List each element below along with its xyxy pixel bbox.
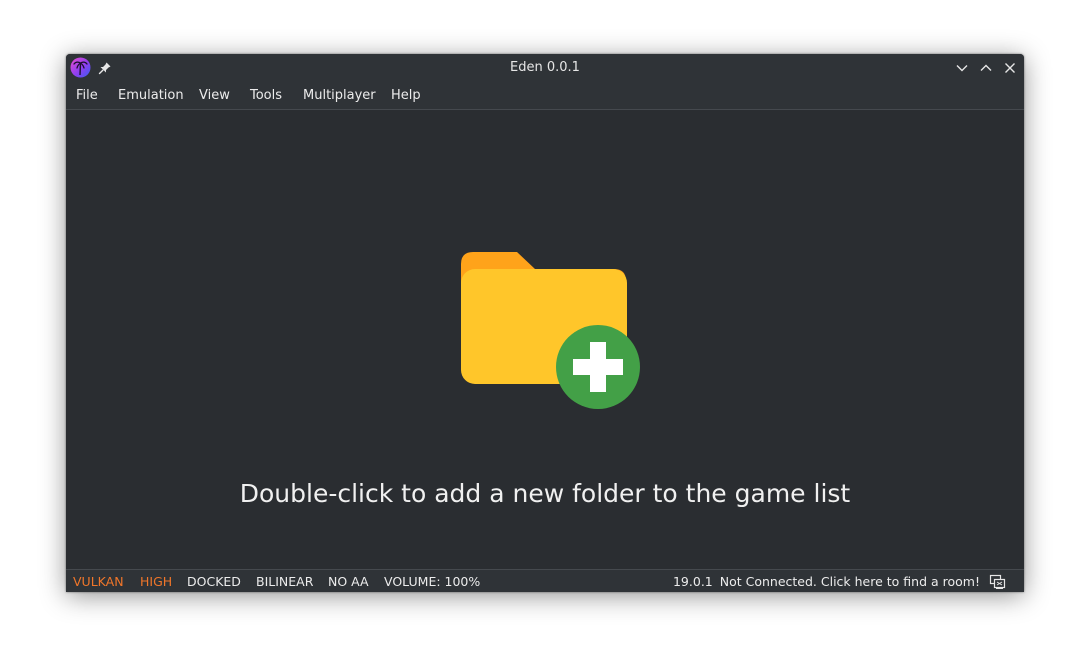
status-renderer[interactable]: VULKAN	[73, 570, 124, 592]
status-volume[interactable]: VOLUME: 100%	[384, 570, 480, 592]
minimize-button[interactable]	[952, 58, 972, 78]
menu-multiplayer[interactable]: Multiplayer	[293, 82, 386, 109]
menu-bar: File Emulation View Tools Multiplayer He…	[66, 82, 1024, 110]
status-bar: VULKAN HIGH DOCKED BILINEAR NO AA VOLUME…	[66, 569, 1024, 592]
main-window: Eden 0.0.1 File Emulation View Tools Mul…	[66, 54, 1024, 592]
menu-tools[interactable]: Tools	[240, 82, 292, 109]
menu-view[interactable]: View	[189, 82, 240, 109]
window-title: Eden 0.0.1	[510, 60, 580, 75]
status-right-group: 19.0.1 Not Connected. Click here to find…	[673, 570, 980, 592]
empty-game-list-message: Double-click to add a new folder to the …	[239, 479, 851, 508]
chevron-up-icon	[980, 64, 992, 71]
status-dock-mode[interactable]: DOCKED	[187, 570, 241, 592]
status-accuracy[interactable]: HIGH	[140, 570, 172, 592]
close-icon	[1005, 63, 1015, 73]
status-anti-aliasing[interactable]: NO AA	[328, 570, 369, 592]
title-bar[interactable]: Eden 0.0.1	[66, 54, 1024, 82]
status-network-message[interactable]: Not Connected. Click here to find a room…	[720, 570, 980, 592]
folder-add-icon[interactable]	[459, 252, 641, 412]
maximize-button[interactable]	[976, 58, 996, 78]
network-icon[interactable]	[989, 573, 1006, 590]
menu-emulation[interactable]: Emulation	[108, 82, 194, 109]
chevron-down-icon	[956, 65, 968, 72]
status-version: 19.0.1	[672, 574, 713, 589]
close-button[interactable]	[1000, 58, 1020, 78]
menu-file[interactable]: File	[66, 82, 108, 109]
menu-help[interactable]: Help	[381, 82, 431, 109]
game-list-area[interactable]: Double-click to add a new folder to the …	[66, 110, 1024, 569]
status-filter[interactable]: BILINEAR	[256, 570, 313, 592]
